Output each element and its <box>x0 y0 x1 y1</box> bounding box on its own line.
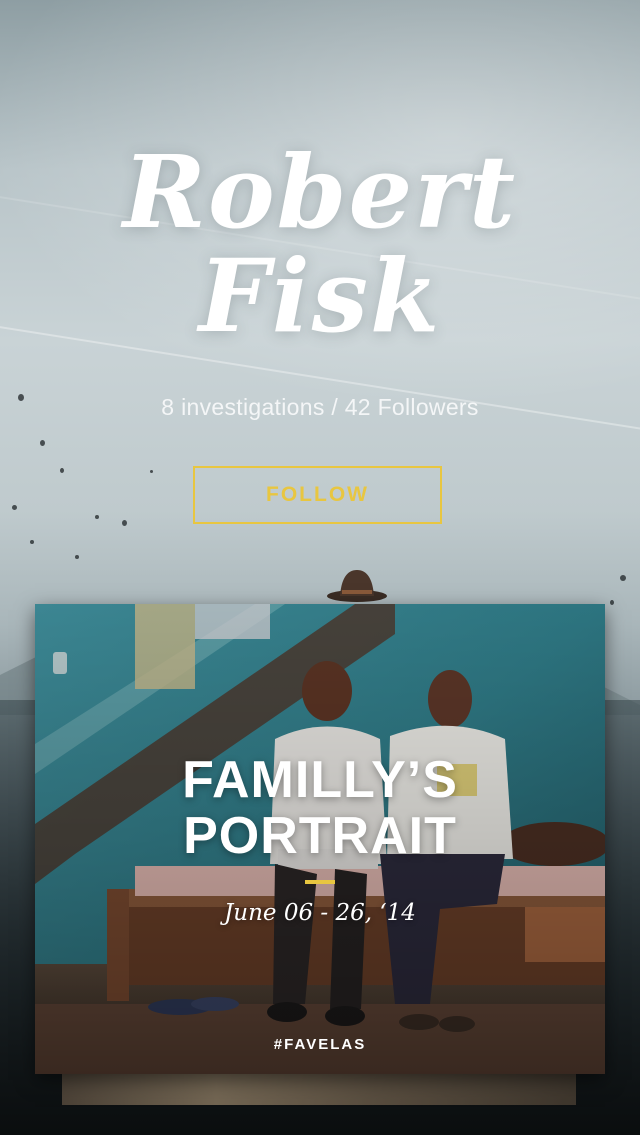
investigation-card[interactable]: FAMILLY’S PORTRAIT June 06 - 26, ‘14 #FA… <box>35 604 605 1074</box>
card-title-line2: PORTRAIT <box>183 807 457 865</box>
debris-speck <box>30 540 34 544</box>
card-tag-link[interactable]: #FAVELAS <box>35 1036 605 1053</box>
next-card-peek <box>62 1073 576 1105</box>
follow-button[interactable]: FOLLOW <box>193 466 442 524</box>
debris-speck <box>95 515 99 519</box>
debris-speck <box>12 505 17 510</box>
hat-figure <box>327 570 387 602</box>
debris-speck <box>610 600 614 605</box>
profile-name-first: Robert <box>122 133 518 251</box>
profile-name-last: Fisk <box>198 237 442 355</box>
profile-screen: Robert Fisk 8 investigations / 42 Follow… <box>0 0 640 1135</box>
title-divider <box>305 880 335 884</box>
card-title: FAMILLY’S PORTRAIT <box>35 752 605 864</box>
debris-speck <box>60 468 64 473</box>
debris-speck <box>75 555 79 559</box>
card-title-line1: FAMILLY’S <box>182 751 458 809</box>
profile-name: Robert Fisk <box>0 140 640 348</box>
debris-speck <box>122 520 127 526</box>
debris-speck <box>150 470 153 473</box>
debris-speck <box>40 440 45 446</box>
card-date: June 06 - 26, ‘14 <box>224 900 416 926</box>
debris-speck <box>620 575 626 581</box>
profile-stats: 8 investigations / 42 Followers <box>161 394 479 420</box>
